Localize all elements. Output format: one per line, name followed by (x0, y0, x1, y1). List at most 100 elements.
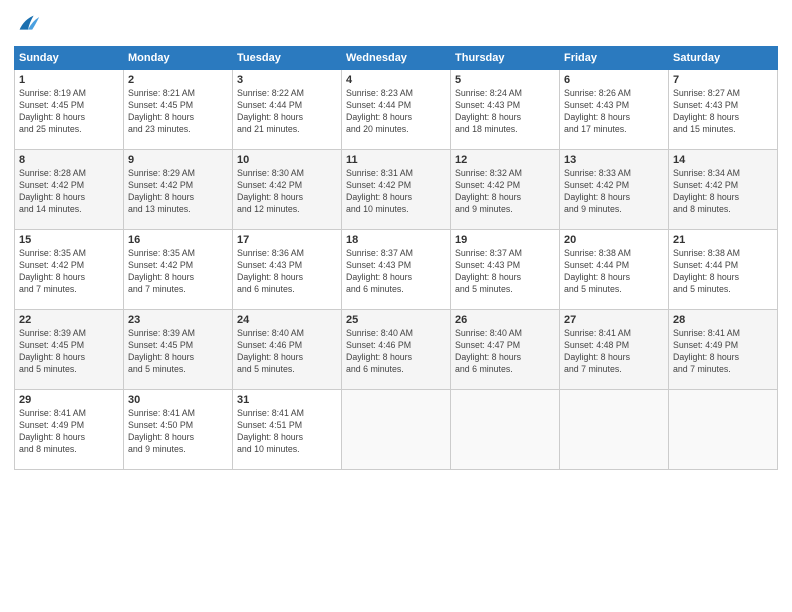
day-info: Sunrise: 8:22 AM Sunset: 4:44 PM Dayligh… (237, 88, 337, 136)
day-number: 24 (237, 314, 337, 326)
day-info: Sunrise: 8:29 AM Sunset: 4:42 PM Dayligh… (128, 168, 228, 216)
day-cell: 13Sunrise: 8:33 AM Sunset: 4:42 PM Dayli… (560, 150, 669, 230)
day-number: 27 (564, 314, 664, 326)
day-number: 7 (673, 74, 773, 86)
day-cell: 24 Sunrise: 8:40 AM Sunset: 4:46 PM Dayli… (233, 310, 342, 390)
day-cell: 14 Sunrise: 8:34 AM Sunset: 4:42 PM Dayli… (669, 150, 778, 230)
day-info: Sunrise: 8:31 AM Sunset: 4:42 PM Dayligh… (346, 168, 446, 216)
day-cell: 9 Sunrise: 8:29 AM Sunset: 4:42 PM Daylig… (124, 150, 233, 230)
day-cell: 19 Sunrise: 8:37 AM Sunset: 4:43 PM Dayli… (451, 230, 560, 310)
day-number: 19 (455, 234, 555, 246)
week-row-3: 22 Sunrise: 8:39 AM Sunset: 4:45 PM Dayli… (15, 310, 778, 390)
day-info: Sunrise: 8:19 AM Sunset: 4:45 PM Dayligh… (19, 88, 119, 136)
header-cell-thursday: Thursday (451, 47, 560, 70)
day-info: Sunrise: 8:32 AM Sunset: 4:42 PM Dayligh… (455, 168, 555, 216)
day-cell: 29 Sunrise: 8:41 AM Sunset: 4:49 PM Dayli… (15, 390, 124, 470)
day-info: Sunrise: 8:40 AM Sunset: 4:46 PM Dayligh… (237, 328, 337, 376)
day-cell: 11 Sunrise: 8:31 AM Sunset: 4:42 PM Dayli… (342, 150, 451, 230)
day-number: 9 (128, 154, 228, 166)
header-cell-sunday: Sunday (15, 47, 124, 70)
day-cell: 12 Sunrise: 8:32 AM Sunset: 4:42 PM Dayli… (451, 150, 560, 230)
day-info: Sunrise: 8:38 AM Sunset: 4:44 PM Dayligh… (673, 248, 773, 296)
day-cell: 4 Sunrise: 8:23 AM Sunset: 4:44 PM Daylig… (342, 70, 451, 150)
day-info: Sunrise: 8:33 AM Sunset: 4:42 PM Dayligh… (564, 168, 664, 216)
day-number: 31 (237, 394, 337, 406)
header-cell-saturday: Saturday (669, 47, 778, 70)
day-info: Sunrise: 8:24 AM Sunset: 4:43 PM Dayligh… (455, 88, 555, 136)
day-number: 5 (455, 74, 555, 86)
day-number: 12 (455, 154, 555, 166)
day-cell: 28 Sunrise: 8:41 AM Sunset: 4:49 PM Dayli… (669, 310, 778, 390)
day-cell: 5 Sunrise: 8:24 AM Sunset: 4:43 PM Daylig… (451, 70, 560, 150)
day-info: Sunrise: 8:41 AM Sunset: 4:51 PM Dayligh… (237, 408, 337, 456)
calendar-body: 1Sunrise: 8:19 AM Sunset: 4:45 PM Daylig… (15, 70, 778, 470)
week-row-4: 29 Sunrise: 8:41 AM Sunset: 4:49 PM Dayli… (15, 390, 778, 470)
day-info: Sunrise: 8:23 AM Sunset: 4:44 PM Dayligh… (346, 88, 446, 136)
day-number: 14 (673, 154, 773, 166)
day-cell: 30Sunrise: 8:41 AM Sunset: 4:50 PM Dayli… (124, 390, 233, 470)
day-info: Sunrise: 8:37 AM Sunset: 4:43 PM Dayligh… (455, 248, 555, 296)
day-info: Sunrise: 8:35 AM Sunset: 4:42 PM Dayligh… (128, 248, 228, 296)
week-row-0: 1Sunrise: 8:19 AM Sunset: 4:45 PM Daylig… (15, 70, 778, 150)
week-row-2: 15 Sunrise: 8:35 AM Sunset: 4:42 PM Dayli… (15, 230, 778, 310)
day-number: 10 (237, 154, 337, 166)
day-info: Sunrise: 8:41 AM Sunset: 4:49 PM Dayligh… (673, 328, 773, 376)
logo (14, 10, 44, 38)
header-cell-friday: Friday (560, 47, 669, 70)
day-number: 21 (673, 234, 773, 246)
day-cell (342, 390, 451, 470)
day-cell: 26 Sunrise: 8:40 AM Sunset: 4:47 PM Dayli… (451, 310, 560, 390)
day-info: Sunrise: 8:35 AM Sunset: 4:42 PM Dayligh… (19, 248, 119, 296)
day-cell (451, 390, 560, 470)
day-cell: 16 Sunrise: 8:35 AM Sunset: 4:42 PM Dayli… (124, 230, 233, 310)
day-info: Sunrise: 8:37 AM Sunset: 4:43 PM Dayligh… (346, 248, 446, 296)
day-number: 28 (673, 314, 773, 326)
day-number: 3 (237, 74, 337, 86)
day-number: 29 (19, 394, 119, 406)
day-info: Sunrise: 8:30 AM Sunset: 4:42 PM Dayligh… (237, 168, 337, 216)
day-info: Sunrise: 8:27 AM Sunset: 4:43 PM Dayligh… (673, 88, 773, 136)
day-info: Sunrise: 8:21 AM Sunset: 4:45 PM Dayligh… (128, 88, 228, 136)
day-cell: 21 Sunrise: 8:38 AM Sunset: 4:44 PM Dayli… (669, 230, 778, 310)
day-number: 25 (346, 314, 446, 326)
day-info: Sunrise: 8:39 AM Sunset: 4:45 PM Dayligh… (19, 328, 119, 376)
day-number: 4 (346, 74, 446, 86)
day-info: Sunrise: 8:26 AM Sunset: 4:43 PM Dayligh… (564, 88, 664, 136)
day-number: 17 (237, 234, 337, 246)
day-cell: 20 Sunrise: 8:38 AM Sunset: 4:44 PM Dayli… (560, 230, 669, 310)
day-cell: 22 Sunrise: 8:39 AM Sunset: 4:45 PM Dayli… (15, 310, 124, 390)
header-cell-tuesday: Tuesday (233, 47, 342, 70)
day-number: 16 (128, 234, 228, 246)
day-cell: 31 Sunrise: 8:41 AM Sunset: 4:51 PM Dayli… (233, 390, 342, 470)
day-cell: 27 Sunrise: 8:41 AM Sunset: 4:48 PM Dayli… (560, 310, 669, 390)
header-cell-monday: Monday (124, 47, 233, 70)
header-cell-wednesday: Wednesday (342, 47, 451, 70)
day-cell: 25Sunrise: 8:40 AM Sunset: 4:46 PM Dayli… (342, 310, 451, 390)
day-number: 11 (346, 154, 446, 166)
day-number: 26 (455, 314, 555, 326)
day-info: Sunrise: 8:41 AM Sunset: 4:49 PM Dayligh… (19, 408, 119, 456)
day-number: 6 (564, 74, 664, 86)
day-number: 2 (128, 74, 228, 86)
day-info: Sunrise: 8:40 AM Sunset: 4:47 PM Dayligh… (455, 328, 555, 376)
day-cell: 2 Sunrise: 8:21 AM Sunset: 4:45 PM Daylig… (124, 70, 233, 150)
day-info: Sunrise: 8:39 AM Sunset: 4:45 PM Dayligh… (128, 328, 228, 376)
day-cell: 8Sunrise: 8:28 AM Sunset: 4:42 PM Daylig… (15, 150, 124, 230)
day-info: Sunrise: 8:38 AM Sunset: 4:44 PM Dayligh… (564, 248, 664, 296)
day-info: Sunrise: 8:28 AM Sunset: 4:42 PM Dayligh… (19, 168, 119, 216)
day-number: 20 (564, 234, 664, 246)
day-number: 23 (128, 314, 228, 326)
calendar-header-row: SundayMondayTuesdayWednesdayThursdayFrid… (15, 47, 778, 70)
calendar-container: SundayMondayTuesdayWednesdayThursdayFrid… (0, 0, 792, 612)
day-cell: 15 Sunrise: 8:35 AM Sunset: 4:42 PM Dayli… (15, 230, 124, 310)
logo-icon (14, 10, 42, 38)
day-number: 15 (19, 234, 119, 246)
calendar-table: SundayMondayTuesdayWednesdayThursdayFrid… (14, 46, 778, 470)
day-cell: 6 Sunrise: 8:26 AM Sunset: 4:43 PM Daylig… (560, 70, 669, 150)
week-row-1: 8Sunrise: 8:28 AM Sunset: 4:42 PM Daylig… (15, 150, 778, 230)
day-info: Sunrise: 8:41 AM Sunset: 4:48 PM Dayligh… (564, 328, 664, 376)
day-info: Sunrise: 8:34 AM Sunset: 4:42 PM Dayligh… (673, 168, 773, 216)
day-number: 22 (19, 314, 119, 326)
day-cell: 18Sunrise: 8:37 AM Sunset: 4:43 PM Dayli… (342, 230, 451, 310)
day-cell (669, 390, 778, 470)
